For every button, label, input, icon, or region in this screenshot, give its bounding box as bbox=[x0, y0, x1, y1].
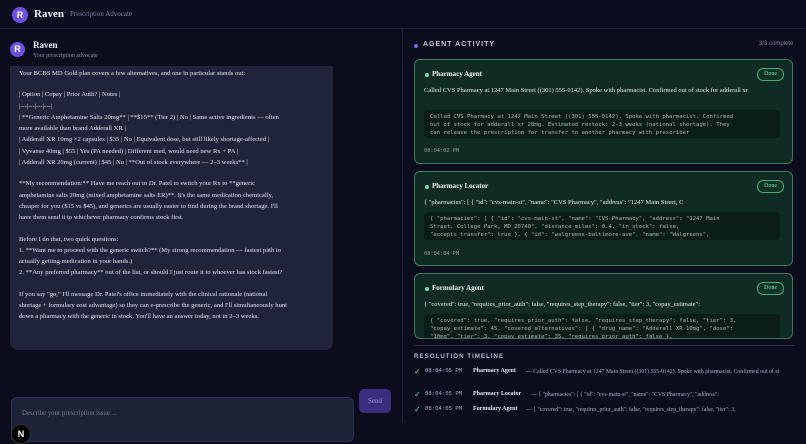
timeline-time: 08:04:05 PM bbox=[425, 406, 463, 412]
chat-header: R Raven Your prescription advocate bbox=[0, 29, 403, 67]
app-subtitle: Prescription Advocate bbox=[70, 10, 133, 18]
message-line: | Option | Copay | Prior Auth? | Notes | bbox=[19, 91, 121, 99]
status-dot-icon bbox=[425, 185, 429, 189]
message-line: |---|---|---|---| bbox=[19, 102, 52, 110]
timeline-divider bbox=[414, 345, 795, 346]
agent-name: Pharmacy Locator bbox=[432, 182, 489, 190]
timeline-row: ✓ 08:04:05 PM Pharmacy Agent — Called CV… bbox=[414, 366, 794, 386]
timeline-text: — { "covered": true, "requires_prior_aut… bbox=[526, 407, 736, 413]
timeline-row: ✓ 08:04:05 PM Formulary Agent — { "cover… bbox=[414, 404, 794, 422]
message-line bbox=[19, 168, 325, 178]
agent-card-formulary-agent[interactable]: Formulary Agent Done { "covered": true, … bbox=[414, 273, 793, 339]
agent-timestamp: 08:04:04 PM bbox=[424, 251, 460, 257]
n-logo-icon[interactable]: N bbox=[11, 424, 31, 444]
message-line: | **Generic Amphetamine Salts 20mg** | *… bbox=[19, 113, 279, 121]
message-line bbox=[19, 79, 325, 89]
timeline-agent: Formulary Agent bbox=[473, 406, 518, 412]
app-title: Raven bbox=[34, 8, 64, 20]
status-dot-icon bbox=[425, 287, 429, 291]
agent-name: Pharmacy Agent bbox=[432, 70, 482, 78]
status-badge: Done bbox=[757, 282, 784, 295]
agent-card-pharmacy-agent[interactable]: Pharmacy Agent Done Called CVS Pharmacy … bbox=[414, 59, 793, 164]
status-dot-icon bbox=[425, 73, 429, 77]
message-line: amphetamine salts 20mg (mixed amphetamin… bbox=[19, 191, 274, 199]
assistant-message-bubble: Your BCBS MD Gold plan covers a few alte… bbox=[10, 66, 333, 350]
message-line: 1. **Want me to proceed with the generic… bbox=[19, 246, 282, 254]
message-line: | Vyvanse 40mg | $55 | Yes (PA needed) |… bbox=[19, 147, 239, 155]
message-line: **My recommendation:** Have me reach out… bbox=[19, 180, 256, 188]
message-line: Your BCBS MD Gold plan covers a few alte… bbox=[19, 70, 246, 77]
status-badge: Done bbox=[757, 68, 784, 81]
message-line bbox=[19, 279, 325, 289]
top-bar: R Raven · Prescription Advocate bbox=[0, 0, 806, 29]
message-composer bbox=[11, 397, 354, 442]
title-separator: · bbox=[64, 8, 67, 18]
agent-log[interactable]: Called CVS Pharmacy at 1247 Main Street … bbox=[424, 110, 780, 138]
message-line bbox=[19, 224, 325, 234]
app-avatar-icon: R bbox=[12, 7, 28, 23]
status-badge: Done bbox=[757, 180, 784, 193]
message-line: | Adderall XR 10mg ×2 capsules | $35 | N… bbox=[19, 136, 270, 144]
resolution-timeline-title: RESOLUTION TIMELINE bbox=[414, 353, 505, 360]
agent-card-pharmacy-locator[interactable]: Pharmacy Locator Done { "pharmacies": [ … bbox=[414, 171, 793, 266]
agent-summary: { "pharmacies": [ { "id": "cvs-main-st",… bbox=[424, 199, 684, 206]
timeline-time: 08:04:05 PM bbox=[425, 368, 463, 374]
message-line: Before I do that, two quick questions: bbox=[19, 235, 119, 243]
agent-timestamp: 08:04:02 PM bbox=[424, 148, 460, 154]
message-line: more available than brand Adderall XR | bbox=[19, 125, 126, 133]
message-line: down a pharmacy with the generic in stoc… bbox=[19, 313, 259, 321]
message-line: actually getting medication in your hand… bbox=[19, 258, 133, 266]
message-line: shortage + formulary cost advantage) so … bbox=[19, 302, 288, 310]
prescription-issue-input[interactable] bbox=[20, 406, 344, 420]
assistant-avatar-icon: R bbox=[10, 42, 25, 57]
message-line: cheaper for you ($15 vs $45), and generi… bbox=[19, 202, 278, 210]
agent-summary: Called CVS Pharmacy at 1247 Main Street … bbox=[424, 87, 748, 94]
assistant-role: Your prescription advocate bbox=[33, 53, 98, 59]
check-icon: ✓ bbox=[414, 390, 421, 399]
activity-dot-icon bbox=[414, 44, 418, 48]
agent-log-text: { "pharmacies": [ { "id": "cvs-main-st",… bbox=[430, 216, 720, 239]
check-icon: ✓ bbox=[414, 367, 421, 376]
timeline-text: — Called CVS Pharmacy at 1247 Main Stree… bbox=[526, 369, 780, 375]
agent-activity-count: 3/3 complete bbox=[759, 41, 794, 47]
send-button[interactable]: Send bbox=[359, 389, 391, 413]
agent-activity-title: AGENT ACTIVITY bbox=[423, 41, 496, 48]
timeline-agent: Pharmacy Agent bbox=[473, 368, 516, 374]
message-line: If you say "go," I'll message Dr. Patel'… bbox=[19, 290, 268, 298]
agent-name: Formulary Agent bbox=[432, 284, 484, 292]
timeline-time: 08:04:05 PM bbox=[425, 391, 463, 397]
timeline-agent: Pharmacy Locator bbox=[473, 391, 522, 397]
message-line: 2. **Any preferred pharmacy** out of the… bbox=[19, 269, 283, 277]
agent-activity-pane: AGENT ACTIVITY 3/3 complete Pharmacy Age… bbox=[403, 29, 806, 423]
agent-log-text: { "covered": true, "requires_prior_auth"… bbox=[430, 318, 737, 339]
agent-summary: { "covered": true, "requires_prior_auth"… bbox=[424, 301, 701, 308]
agent-log-text: Called CVS Pharmacy at 1247 Main Street … bbox=[430, 114, 734, 137]
message-line: have them send it to whichever pharmacy … bbox=[19, 214, 184, 222]
agent-log[interactable]: { "pharmacies": [ { "id": "cvs-main-st",… bbox=[424, 212, 780, 240]
chat-pane: R Raven Your prescription advocate Your … bbox=[0, 29, 403, 444]
assistant-name: Raven bbox=[33, 40, 58, 50]
agent-log[interactable]: { "covered": true, "requires_prior_auth"… bbox=[424, 314, 780, 339]
check-icon: ✓ bbox=[414, 405, 421, 414]
timeline-text: — { "pharmacies": [ { "id": "cvs-main-st… bbox=[531, 392, 719, 398]
message-line: | Adderall XR 20mg (current) | $45 | No … bbox=[19, 159, 248, 167]
